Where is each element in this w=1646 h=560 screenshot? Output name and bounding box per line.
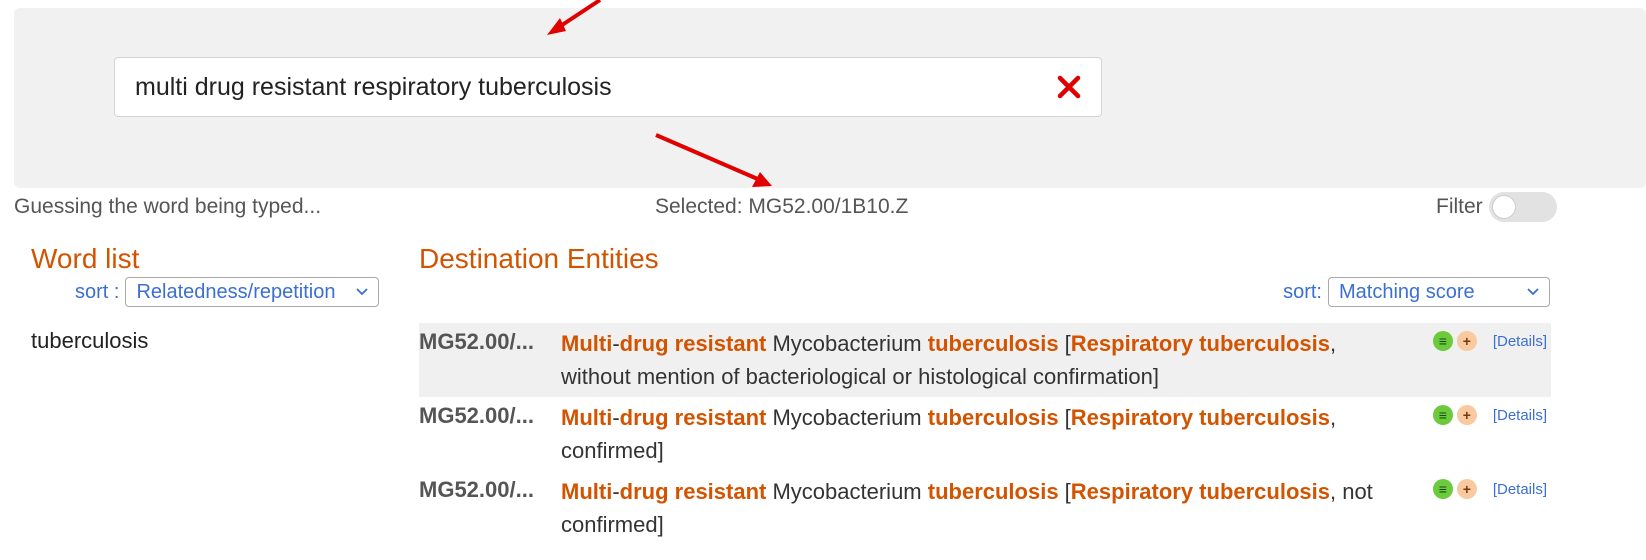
result-description: Multi-drug resistant Mycobacterium tuber… xyxy=(561,327,1401,393)
highlighted-term: tuberculosis xyxy=(927,405,1059,430)
highlighted-term: Respiratory tuberculosis xyxy=(1070,331,1330,356)
result-code: MG52.00/... xyxy=(419,477,534,502)
result-description: Multi-drug resistant Mycobacterium tuber… xyxy=(561,475,1401,541)
toggle-knob xyxy=(1491,195,1516,219)
details-link[interactable]: [Details] xyxy=(1493,333,1547,350)
description-text: - xyxy=(612,331,620,356)
list-icon[interactable]: ≡ xyxy=(1432,479,1453,499)
filter-control: Filter xyxy=(1436,192,1557,222)
highlighted-term: drug resistant xyxy=(619,479,767,504)
search-box xyxy=(114,57,1102,117)
list-icon[interactable]: ≡ xyxy=(1432,405,1453,425)
destination-results: MG52.00/... Multi-drug resistant Mycobac… xyxy=(419,323,1551,545)
dest-sort-value: Matching score xyxy=(1339,280,1475,303)
highlighted-term: drug resistant xyxy=(619,405,767,430)
result-actions: ≡ + [Details] xyxy=(1432,479,1547,499)
plus-icon[interactable]: + xyxy=(1456,331,1477,351)
result-description: Multi-drug resistant Mycobacterium tuber… xyxy=(561,401,1401,467)
destination-sort: sort: Matching score xyxy=(1283,277,1550,307)
word-list-sort: sort : Relatedness/repetition xyxy=(75,277,380,307)
highlighted-term: Multi xyxy=(561,479,613,504)
description-text: [ xyxy=(1058,479,1071,504)
filter-label: Filter xyxy=(1436,195,1483,218)
highlighted-term: Multi xyxy=(561,405,613,430)
description-text: Mycobacterium xyxy=(766,405,928,430)
description-text: - xyxy=(612,405,620,430)
word-list-item[interactable]: tuberculosis xyxy=(31,328,148,354)
chevron-down-icon xyxy=(1527,288,1539,296)
filter-toggle[interactable] xyxy=(1488,192,1557,222)
chevron-down-icon xyxy=(356,288,369,296)
description-text: Mycobacterium xyxy=(766,331,928,356)
word-sort-label: sort : xyxy=(75,280,120,303)
selected-code: Selected: MG52.00/1B10.Z xyxy=(655,195,909,218)
result-actions: ≡ + [Details] xyxy=(1432,331,1547,351)
description-text: [ xyxy=(1058,405,1071,430)
highlighted-term: Respiratory tuberculosis xyxy=(1070,405,1330,430)
plus-icon[interactable]: + xyxy=(1456,479,1477,499)
word-sort-value: Relatedness/repetition xyxy=(136,280,336,303)
details-link[interactable]: [Details] xyxy=(1493,407,1547,424)
destination-entities-title: Destination Entities xyxy=(419,243,659,274)
word-list-title: Word list xyxy=(31,243,140,274)
highlighted-term: tuberculosis xyxy=(927,331,1059,356)
word-sort-select[interactable]: Relatedness/repetition xyxy=(125,277,380,307)
result-code: MG52.00/... xyxy=(419,403,534,428)
description-text: Mycobacterium xyxy=(766,479,928,504)
dest-sort-label: sort: xyxy=(1283,280,1322,303)
details-link[interactable]: [Details] xyxy=(1493,481,1547,498)
close-x-icon[interactable] xyxy=(1055,73,1083,101)
result-row[interactable]: MG52.00/... Multi-drug resistant Mycobac… xyxy=(419,397,1551,471)
result-actions: ≡ + [Details] xyxy=(1432,405,1547,425)
plus-icon[interactable]: + xyxy=(1456,405,1477,425)
search-input[interactable] xyxy=(135,58,1035,116)
highlighted-term: drug resistant xyxy=(619,331,767,356)
result-code: MG52.00/... xyxy=(419,329,534,354)
dest-sort-select[interactable]: Matching score xyxy=(1328,277,1550,307)
description-text: [ xyxy=(1058,331,1071,356)
typing-status: Guessing the word being typed... xyxy=(14,195,322,218)
result-row[interactable]: MG52.00/... Multi-drug resistant Mycobac… xyxy=(419,323,1551,397)
highlighted-term: Multi xyxy=(561,331,613,356)
result-row[interactable]: MG52.00/... Multi-drug resistant Mycobac… xyxy=(419,471,1551,545)
highlighted-term: Respiratory tuberculosis xyxy=(1070,479,1330,504)
highlighted-term: tuberculosis xyxy=(927,479,1059,504)
list-icon[interactable]: ≡ xyxy=(1432,331,1453,351)
description-text: - xyxy=(612,479,620,504)
